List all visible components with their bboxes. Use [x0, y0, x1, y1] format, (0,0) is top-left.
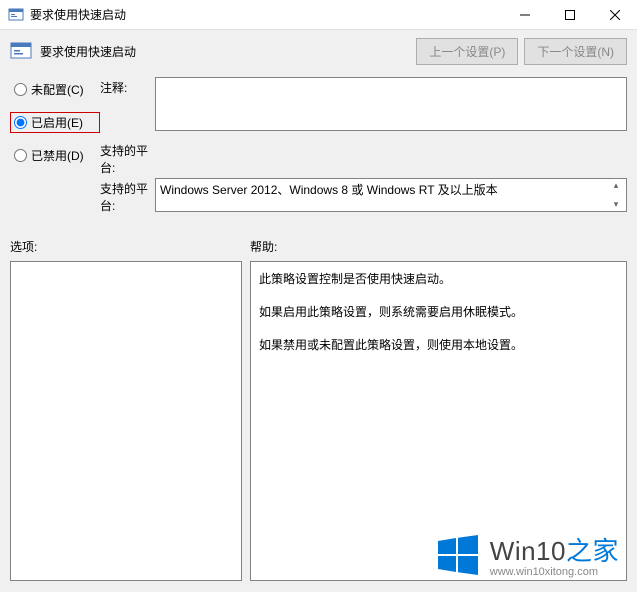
app-icon [8, 7, 24, 23]
policy-icon [10, 40, 32, 62]
radio-enabled-input[interactable] [14, 116, 27, 129]
panels-row: 此策略设置控制是否使用快速启动。 如果启用此策略设置，则系统需要启用休眠模式。 … [0, 255, 637, 591]
scroll-up-icon[interactable]: ▴ [608, 180, 624, 191]
previous-setting-button[interactable]: 上一个设置(P) [416, 38, 518, 65]
config-area: 未配置(C) 已启用(E) 已禁用(D) 注释: 支持的平台: 支持的平台: W… [0, 72, 637, 230]
next-setting-button[interactable]: 下一个设置(N) [524, 38, 627, 65]
supported-platform-box[interactable]: Windows Server 2012、Windows 8 或 Windows … [155, 178, 627, 212]
minimize-button[interactable] [502, 0, 547, 29]
radio-not-configured-label: 未配置(C) [31, 81, 84, 98]
header-row: 要求使用快速启动 上一个设置(P) 下一个设置(N) [0, 30, 637, 72]
radio-enabled[interactable]: 已启用(E) [10, 112, 100, 133]
radio-not-configured[interactable]: 未配置(C) [10, 79, 100, 100]
options-panel [10, 261, 242, 581]
help-line-1: 此策略设置控制是否使用快速启动。 [259, 268, 618, 291]
header-title: 要求使用快速启动 [40, 43, 410, 60]
platform-label-2: 支持的平台: [100, 178, 155, 214]
radio-disabled-label: 已禁用(D) [31, 147, 84, 164]
help-panel: 此策略设置控制是否使用快速启动。 如果启用此策略设置，则系统需要启用休眠模式。 … [250, 261, 627, 581]
window-title: 要求使用快速启动 [30, 6, 502, 23]
radio-group: 未配置(C) 已启用(E) 已禁用(D) [10, 77, 100, 176]
comment-textbox[interactable] [155, 77, 627, 131]
radio-disabled-input[interactable] [14, 149, 27, 162]
close-button[interactable] [592, 0, 637, 29]
radio-enabled-label: 已启用(E) [31, 114, 83, 131]
titlebar: 要求使用快速启动 [0, 0, 637, 30]
scroll-down-icon[interactable]: ▾ [608, 199, 624, 210]
supported-platform-text: Windows Server 2012、Windows 8 或 Windows … [160, 181, 498, 198]
options-label: 选项: [10, 238, 250, 255]
radio-disabled[interactable]: 已禁用(D) [10, 145, 100, 166]
maximize-button[interactable] [547, 0, 592, 29]
platform-label: 支持的平台: [100, 142, 155, 176]
window-controls [502, 0, 637, 29]
section-labels: 选项: 帮助: [0, 238, 637, 255]
radio-not-configured-input[interactable] [14, 83, 27, 96]
help-label: 帮助: [250, 238, 277, 255]
help-line-3: 如果禁用或未配置此策略设置，则使用本地设置。 [259, 334, 618, 357]
help-line-2: 如果启用此策略设置，则系统需要启用休眠模式。 [259, 301, 618, 324]
